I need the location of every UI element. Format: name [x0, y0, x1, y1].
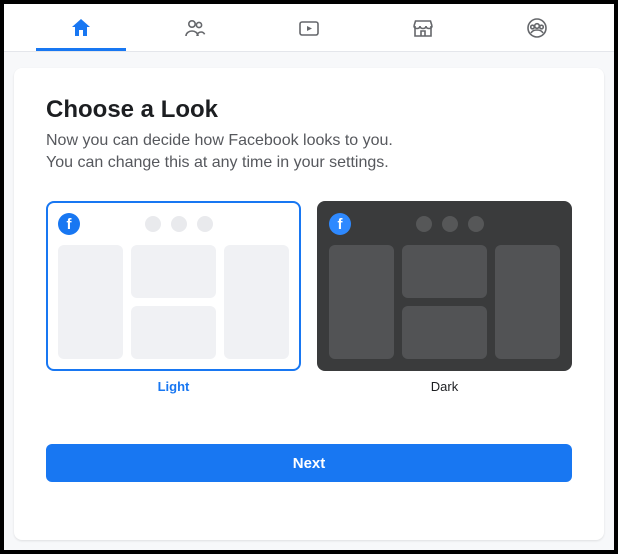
theme-option-dark[interactable]: f Dark: [317, 201, 572, 394]
nav-marketplace[interactable]: [366, 4, 480, 51]
theme-option-light[interactable]: f Light: [46, 201, 301, 394]
dialog-subtitle: Now you can decide how Facebook looks to…: [46, 130, 572, 173]
facebook-logo-icon: f: [58, 213, 80, 235]
preview-dot: [171, 216, 187, 232]
preview-block: [131, 306, 216, 359]
preview-block: [402, 306, 487, 359]
preview-block: [329, 245, 394, 359]
preview-dot: [197, 216, 213, 232]
preview-block: [224, 245, 289, 359]
preview-dot: [468, 216, 484, 232]
preview-block: [131, 245, 216, 298]
dark-preview: f: [317, 201, 572, 371]
preview-dot: [145, 216, 161, 232]
appearance-dialog: Choose a Look Now you can decide how Fac…: [14, 68, 604, 540]
next-button[interactable]: Next: [46, 444, 572, 482]
nav-groups[interactable]: [480, 4, 594, 51]
theme-label-dark: Dark: [317, 379, 572, 394]
nav-watch[interactable]: [252, 4, 366, 51]
preview-dot: [416, 216, 432, 232]
top-nav: [4, 4, 614, 52]
facebook-logo-icon: f: [329, 213, 351, 235]
light-preview: f: [46, 201, 301, 371]
preview-block: [495, 245, 560, 359]
theme-label-light: Light: [46, 379, 301, 394]
groups-icon: [525, 16, 549, 40]
friends-icon: [183, 16, 207, 40]
preview-dot: [442, 216, 458, 232]
theme-options: f Light: [46, 201, 572, 394]
nav-friends[interactable]: [138, 4, 252, 51]
content-area: Choose a Look Now you can decide how Fac…: [4, 52, 614, 550]
watch-icon: [297, 16, 321, 40]
marketplace-icon: [411, 16, 435, 40]
nav-home[interactable]: [24, 4, 138, 51]
home-icon: [69, 16, 93, 40]
preview-block: [58, 245, 123, 359]
preview-block: [402, 245, 487, 298]
dialog-title: Choose a Look: [46, 96, 572, 124]
